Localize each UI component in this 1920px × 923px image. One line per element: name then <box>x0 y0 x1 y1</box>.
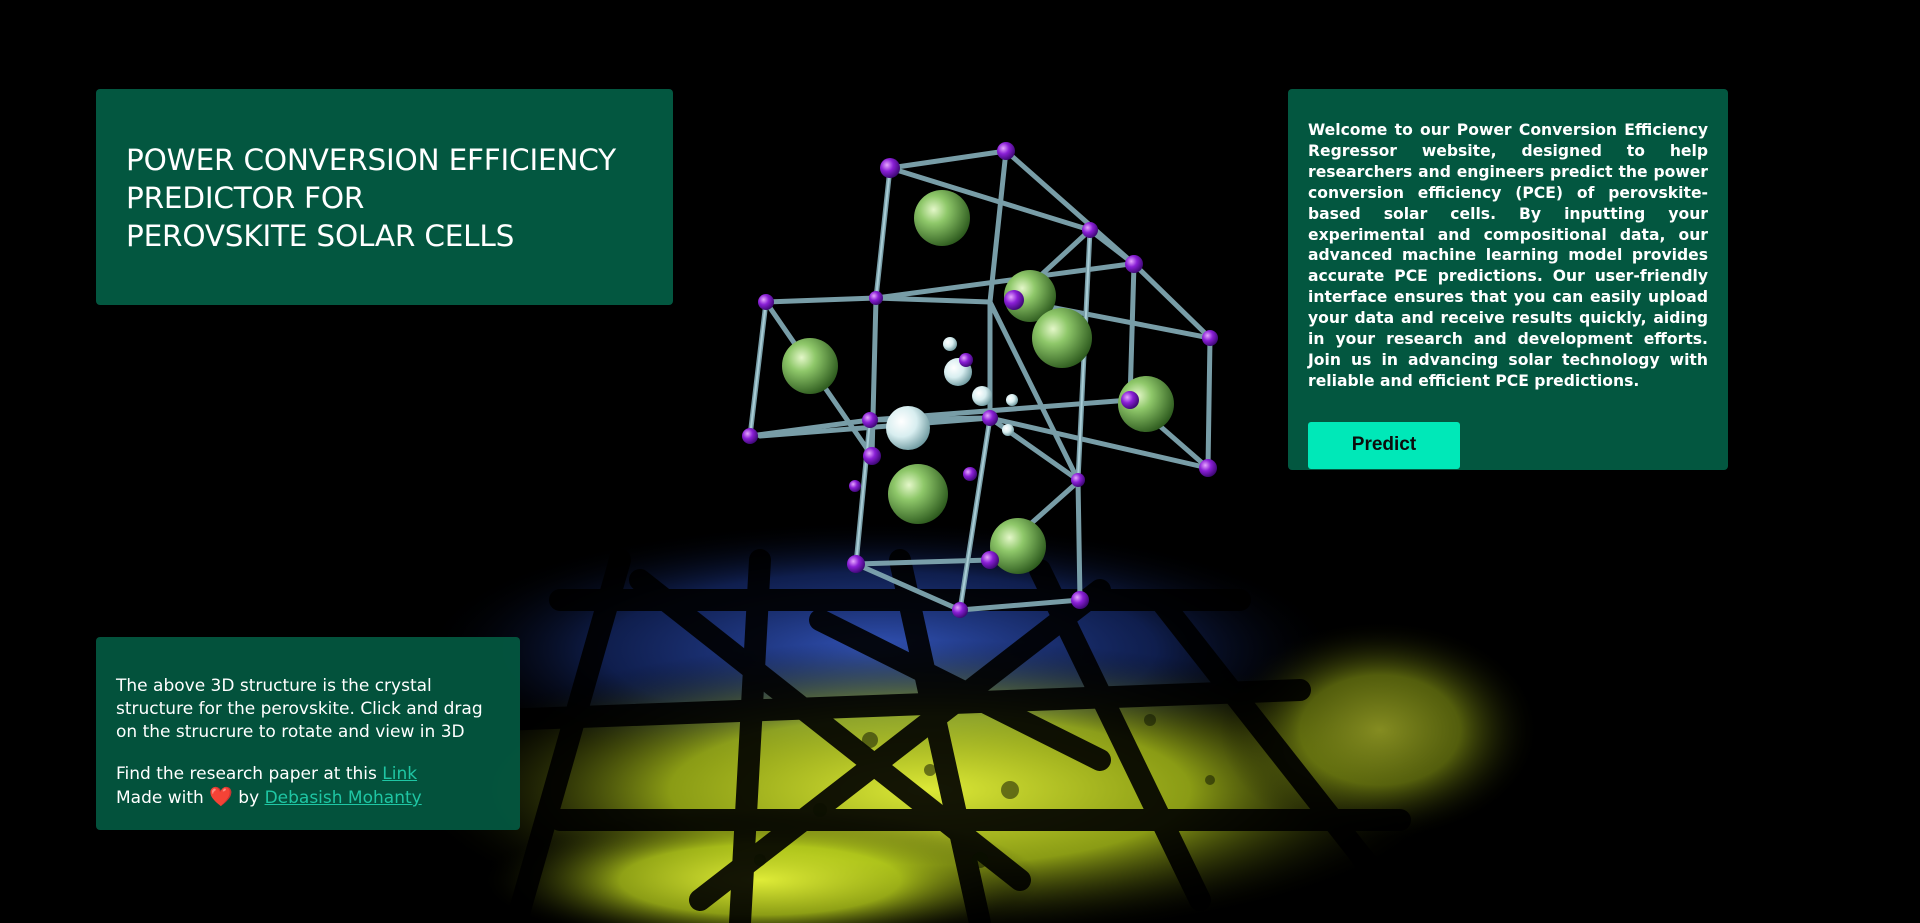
author-link[interactable]: Debasish Mohanty <box>265 788 422 808</box>
floor-shadow <box>410 520 1540 923</box>
by-text: by <box>232 788 265 808</box>
heart-icon: ❤️ <box>209 786 233 808</box>
title-panel: POWER CONVERSION EFFICIENCY PREDICTOR FO… <box>96 89 673 305</box>
title-line: PREDICTOR FOR <box>126 181 365 215</box>
research-paper-line: Find the research paper at this Link Made… <box>116 763 502 810</box>
intro-panel: Welcome to our Power Conversion Efficien… <box>1288 89 1728 470</box>
paper-prefix-text: Find the research paper at this <box>116 764 383 784</box>
research-paper-link[interactable]: Link <box>382 764 417 784</box>
made-with-prefix-text: Made with <box>116 788 210 808</box>
title-line: PEROVSKITE SOLAR CELLS <box>126 219 515 253</box>
predict-button[interactable]: Predict <box>1308 421 1460 469</box>
intro-text: Welcome to our Power Conversion Efficien… <box>1308 121 1708 390</box>
title-line: POWER CONVERSION EFFICIENCY <box>126 143 616 177</box>
structure-note-panel: The above 3D structure is the crystal st… <box>96 637 520 830</box>
page-title: POWER CONVERSION EFFICIENCY PREDICTOR FO… <box>126 141 673 255</box>
structure-description: The above 3D structure is the crystal st… <box>116 676 483 742</box>
